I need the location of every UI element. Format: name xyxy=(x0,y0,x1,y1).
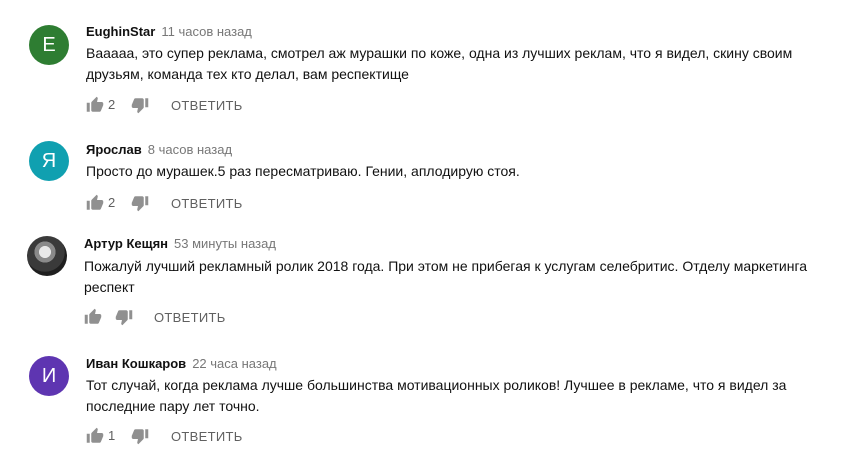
comment-timestamp[interactable]: 11 часов назад xyxy=(161,24,252,39)
comment-text: Пожалуй лучший рекламный ролик 2018 года… xyxy=(84,258,808,295)
thumbs-down-icon[interactable] xyxy=(131,194,149,212)
reply-button[interactable]: ОТВЕТИТЬ xyxy=(171,196,243,211)
like-count: 2 xyxy=(108,97,116,112)
thumbs-down-icon[interactable] xyxy=(115,308,133,326)
avatar-letter: E xyxy=(42,34,56,56)
author-name[interactable]: Артур Кещян xyxy=(84,236,168,251)
like-count: 2 xyxy=(108,195,116,210)
comment-header: Артур Кещян 53 минуты назад xyxy=(84,236,276,251)
author-name[interactable]: EughinStar xyxy=(86,24,155,39)
comment-header: Иван Кошкаров 22 часа назад xyxy=(86,356,277,371)
like-count: 1 xyxy=(108,428,116,443)
comment-text: Вааааа, это супер реклама, смотрел аж му… xyxy=(86,45,793,82)
comment-timestamp[interactable]: 53 минуты назад xyxy=(174,236,276,251)
thumbs-up-icon[interactable] xyxy=(84,308,102,326)
thumbs-up-icon[interactable] xyxy=(86,96,104,114)
thumbs-down-icon[interactable] xyxy=(131,96,149,114)
author-name[interactable]: Ярослав xyxy=(86,142,142,157)
comment-header: EughinStar 11 часов назад xyxy=(86,24,252,39)
avatar-letter: Я xyxy=(41,150,57,172)
reply-button[interactable]: ОТВЕТИТЬ xyxy=(154,310,226,325)
avatar-letter: И xyxy=(41,365,57,387)
comment-timestamp[interactable]: 8 часов назад xyxy=(148,142,232,157)
reply-button[interactable]: ОТВЕТИТЬ xyxy=(171,98,243,113)
avatar[interactable]: E xyxy=(29,25,69,65)
comment-header: Ярослав 8 часов назад xyxy=(86,142,232,157)
thumbs-up-icon[interactable] xyxy=(86,194,104,212)
reply-button[interactable]: ОТВЕТИТЬ xyxy=(171,429,243,444)
author-name[interactable]: Иван Кошкаров xyxy=(86,356,186,371)
avatar[interactable]: И xyxy=(29,356,69,396)
avatar[interactable] xyxy=(27,236,67,276)
thumbs-up-icon[interactable] xyxy=(86,427,104,445)
comment-text: Просто до мурашек.5 раз пересматриваю. Г… xyxy=(86,163,520,179)
comment-timestamp[interactable]: 22 часа назад xyxy=(192,356,276,371)
thumbs-down-icon[interactable] xyxy=(131,427,149,445)
avatar[interactable]: Я xyxy=(29,141,69,181)
comment-text: Тот случай, когда реклама лучше большинс… xyxy=(86,377,787,414)
